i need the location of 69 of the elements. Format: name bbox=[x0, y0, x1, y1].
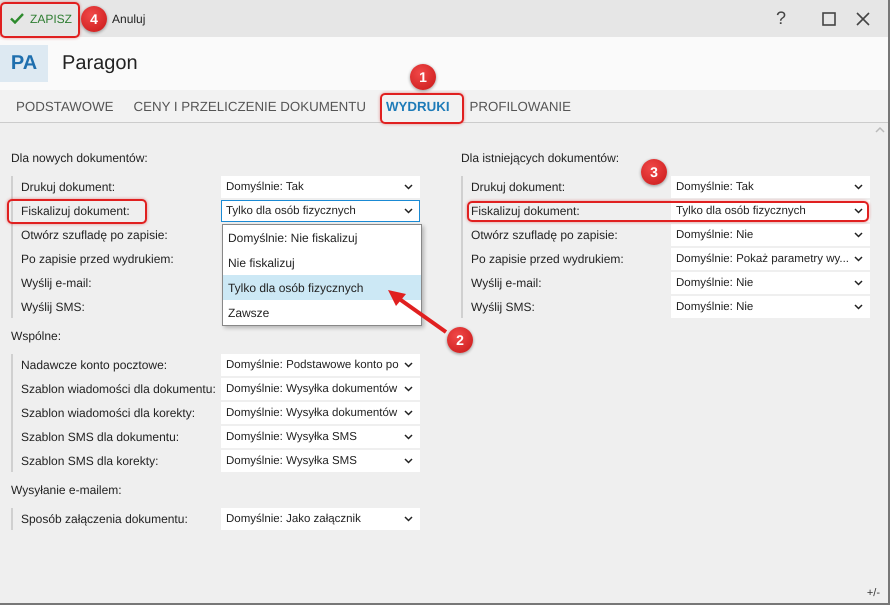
field-label: Szablon wiadomości dla korekty: bbox=[21, 406, 196, 420]
chevron-icon bbox=[404, 516, 413, 522]
chevron-icon bbox=[404, 362, 413, 368]
save-button[interactable]: ZAPISZ bbox=[8, 8, 74, 30]
dropdown-option[interactable]: Domyślnie: Nie fiskalizuj bbox=[223, 225, 421, 250]
step-marker: 2 bbox=[447, 327, 473, 353]
field-label: Wyślij SMS: bbox=[471, 300, 535, 314]
section-title: Wspólne: bbox=[11, 328, 62, 344]
expand-toggle[interactable]: +/- bbox=[866, 587, 880, 599]
check-icon bbox=[10, 13, 24, 24]
dropdown-option[interactable]: Nie fiskalizuj bbox=[223, 250, 421, 275]
dropdown[interactable]: Domyślnie: Nie bbox=[671, 272, 870, 294]
field-label: Drukuj dokument: bbox=[21, 180, 116, 194]
field-label: Szablon SMS dla korekty: bbox=[21, 454, 158, 468]
chevron-icon bbox=[854, 304, 863, 310]
chevron-icon bbox=[854, 280, 863, 286]
dropdown[interactable]: Domyślnie: Pokaż parametry wy... bbox=[671, 248, 870, 270]
field-label: Otwórz szufladę po zapisie: bbox=[21, 228, 168, 242]
dropdown[interactable]: Tylko dla osób fizycznych bbox=[221, 200, 420, 222]
chevron-icon bbox=[854, 232, 863, 238]
chevron-icon bbox=[404, 410, 413, 416]
dropdown[interactable]: Domyślnie: Tak bbox=[671, 176, 870, 198]
field-label: Szablon SMS dla dokumentu: bbox=[21, 430, 180, 444]
dropdown[interactable]: Domyślnie: Wysyłka dokumentów bbox=[221, 402, 420, 424]
chevron-icon bbox=[404, 208, 413, 214]
dropdown[interactable]: Domyślnie: Nie bbox=[671, 296, 870, 318]
chevron-icon bbox=[854, 184, 863, 190]
document-badge: PA bbox=[0, 45, 48, 82]
close-icon[interactable] bbox=[856, 12, 870, 26]
maximize-icon[interactable] bbox=[822, 12, 836, 26]
cancel-button[interactable]: Anuluj bbox=[110, 8, 148, 30]
chevron-icon bbox=[404, 434, 413, 440]
dropdown-option[interactable]: Zawsze bbox=[223, 300, 421, 325]
field-label: Szablon wiadomości dla dokumentu: bbox=[21, 382, 216, 396]
chevron-icon bbox=[404, 386, 413, 392]
dropdown[interactable]: Domyślnie: Nie bbox=[671, 224, 870, 246]
tab[interactable]: PROFILOWANIE bbox=[470, 98, 571, 114]
dropdown[interactable]: Domyślnie: Wysyłka SMS bbox=[221, 426, 420, 448]
dropdown[interactable]: Domyślnie: Podstawowe konto po bbox=[221, 354, 420, 376]
dropdown[interactable]: Domyślnie: Tak bbox=[221, 176, 420, 198]
dropdown[interactable]: Domyślnie: Wysyłka dokumentów bbox=[221, 378, 420, 400]
field-label: Fiskalizuj dokument: bbox=[21, 204, 130, 218]
field-label: Po zapisie przed wydrukiem: bbox=[471, 252, 624, 266]
dropdown-option[interactable]: Tylko dla osób fizycznych bbox=[223, 275, 421, 300]
chevron-icon bbox=[404, 458, 413, 464]
field-label: Otwórz szufladę po zapisie: bbox=[471, 228, 618, 242]
field-label: Po zapisie przed wydrukiem: bbox=[21, 252, 174, 266]
field-label: Wyślij e-mail: bbox=[471, 276, 542, 290]
tab[interactable]: WYDRUKI bbox=[386, 98, 450, 114]
dropdown[interactable]: Domyślnie: Wysyłka SMS bbox=[221, 450, 420, 472]
field-label: Drukuj dokument: bbox=[471, 180, 566, 194]
field-label: Fiskalizuj dokument: bbox=[471, 204, 580, 218]
field-label: Sposób załączenia dokumentu: bbox=[21, 512, 188, 526]
field-label: Nadawcze konto pocztowe: bbox=[21, 358, 168, 372]
annotation-arrow bbox=[388, 290, 448, 334]
tab[interactable]: CENY I PRZELICZENIE DOKUMENTU bbox=[134, 98, 366, 114]
step-marker: 3 bbox=[641, 159, 667, 185]
section-title: Wysyłanie e-mailem: bbox=[11, 482, 123, 498]
chevron-icon bbox=[854, 208, 863, 214]
document-title: Paragon bbox=[62, 52, 138, 75]
field-label: Wyślij e-mail: bbox=[21, 276, 92, 290]
chevron-icon bbox=[404, 184, 413, 190]
dropdown[interactable]: Domyślnie: Jako załącznik bbox=[221, 508, 420, 530]
field-label: Wyślij SMS: bbox=[21, 300, 85, 314]
chevron-icon bbox=[854, 256, 863, 262]
section-title: Dla istniejących dokumentów: bbox=[461, 150, 620, 166]
help-button[interactable]: ? bbox=[774, 4, 804, 33]
section-title: Dla nowych dokumentów: bbox=[11, 150, 149, 166]
tab[interactable]: PODSTAWOWE bbox=[16, 98, 114, 114]
